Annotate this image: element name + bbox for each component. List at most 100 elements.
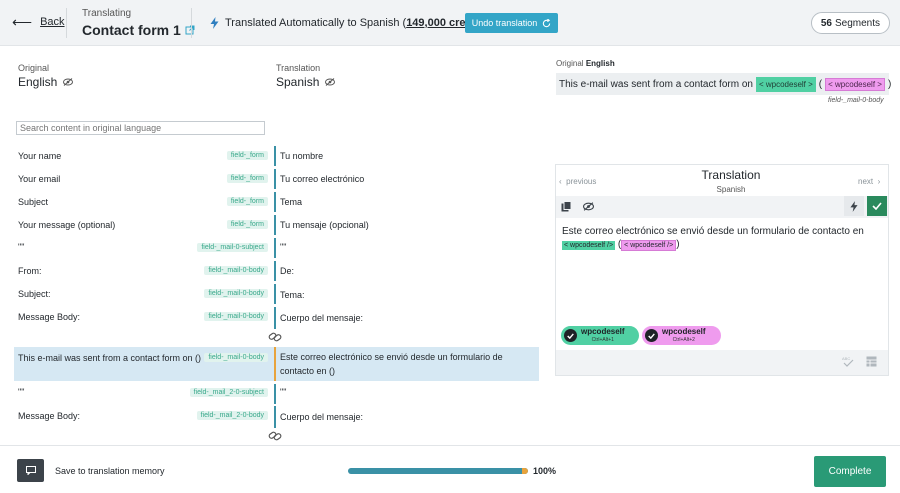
segment-row[interactable]: Subject field-_form Tema (14, 192, 539, 212)
segment-original: Subject: (18, 289, 51, 299)
translation-editor[interactable]: Este correo electrónico se envió desde u… (562, 225, 882, 252)
field-badge: field-_mail-0-body (204, 289, 268, 298)
page-title-text: Contact form 1 (82, 22, 181, 38)
segment-divider (274, 238, 276, 258)
segment-divider (274, 215, 276, 235)
eye-slash-icon[interactable] (325, 78, 336, 86)
translation-memory-button[interactable] (17, 459, 44, 482)
segments-count-badge: 56 Segments (810, 12, 890, 34)
svg-text:ABC: ABC (842, 356, 850, 361)
segment-row[interactable]: "" field-_mail-0-subject "" (14, 238, 539, 258)
segment-row[interactable]: Subject: field-_mail-0-body Tema: (14, 284, 539, 304)
translation-language: Spanish (276, 75, 336, 89)
eye-slash-icon (582, 201, 594, 211)
segment-original: "" (18, 242, 25, 252)
segment-divider (274, 169, 276, 189)
field-badge: field-_form (226, 151, 268, 160)
header-subtitle: Translating (82, 8, 132, 19)
copy-original-button[interactable] (556, 196, 576, 216)
segment-divider (274, 284, 276, 304)
translation-memory-label: Save to translation memory (55, 466, 165, 476)
segment-row[interactable]: Your message (optional) field-_form Tu m… (14, 215, 539, 235)
source-field-label: field-_mail-0-body (828, 97, 884, 104)
segment-original: From: (18, 266, 42, 276)
segment-divider (274, 261, 276, 281)
lightning-icon (210, 17, 219, 29)
segment-divider (274, 384, 276, 404)
link-icon[interactable] (268, 331, 282, 343)
check-circle-icon (564, 329, 577, 342)
tag-chip-2-text: wpcodeself Ctrl+Alt+2 (662, 326, 706, 343)
field-badge: field-_mail-0-body (204, 353, 268, 362)
segment-translation: "" (280, 242, 287, 252)
auto-translate-button[interactable] (844, 196, 864, 216)
segment-original: "" (18, 387, 25, 397)
source-tag-1: < wpcodeself > (755, 76, 816, 92)
segment-original: Your name (18, 151, 62, 161)
translation-title: Translation (701, 168, 761, 182)
segment-translation: Tema (280, 197, 303, 207)
complete-button[interactable]: Complete (814, 456, 886, 487)
translation-card-footer (556, 350, 888, 375)
spellcheck-icon[interactable]: ABC (842, 355, 854, 367)
field-badge: field-_form (226, 220, 268, 229)
segment-row[interactable]: From: field-_mail-0-body De: (14, 261, 539, 281)
translated-tag-1: < wpcodeself /> (562, 241, 616, 250)
chat-icon (25, 466, 36, 475)
segment-translation: Cuerpo del mensaje: (280, 412, 364, 422)
progress-fill (348, 468, 528, 474)
previous-button[interactable]: ‹ previous (559, 177, 596, 186)
external-link-icon[interactable] (185, 25, 195, 35)
original-language-label: Original (18, 63, 50, 73)
segment-row[interactable]: Your email field-_form Tu correo electró… (14, 169, 539, 189)
segment-row[interactable]: "" field-_mail_2-0-subject "" (14, 384, 539, 404)
glossary-icon[interactable] (866, 356, 877, 367)
chevron-left-icon: ‹ (559, 177, 562, 186)
segment-row-active[interactable]: This e-mail was sent from a contact form… (14, 347, 539, 381)
tag-chip-2[interactable]: wpcodeself Ctrl+Alt+2 (642, 326, 721, 345)
segment-original: Message Body: (18, 312, 81, 322)
search-input[interactable] (16, 121, 265, 135)
copy-icon (561, 200, 571, 211)
segment-translation: "" (280, 387, 287, 397)
back-link[interactable]: ⟵ Back (12, 14, 65, 30)
field-badge: field-_mail_2-0-body (196, 411, 268, 420)
source-text-box: This e-mail was sent from a contact form… (556, 73, 891, 95)
original-language: English (18, 75, 74, 89)
translation-language-label: Translation (276, 63, 321, 73)
segment-row[interactable]: Message Body: field-_mail_2-0-body Cuerp… (14, 406, 539, 428)
segment-divider (274, 192, 276, 212)
segment-original: This e-mail was sent from a contact form… (18, 353, 202, 363)
segment-original: Your message (optional) (18, 220, 116, 230)
toggle-visibility-button[interactable] (578, 196, 598, 216)
segment-translation: Tu nombre (280, 151, 324, 161)
link-icon[interactable] (268, 430, 282, 442)
segment-row[interactable]: Your name field-_form Tu nombre (14, 146, 539, 166)
segment-translation: Este correo electrónico se envió desde u… (280, 352, 503, 376)
check-circle-icon (645, 329, 658, 342)
confirm-translation-button[interactable] (867, 196, 887, 216)
undo-translation-button[interactable]: Undo translation (465, 13, 558, 33)
header-divider (66, 8, 67, 38)
segment-original: Message Body: (18, 411, 81, 421)
page-title: Contact form 1 (82, 22, 195, 38)
segment-original: Subject (18, 197, 49, 207)
translated-text: Este correo electrónico se envió desde u… (562, 226, 864, 237)
segment-divider (274, 307, 276, 329)
translated-paren-close: ) (676, 239, 680, 250)
field-badge: field-_form (226, 174, 268, 183)
segment-translation: Tema: (280, 290, 305, 300)
segment-row[interactable]: Message Body: field-_mail-0-body Cuerpo … (14, 307, 539, 329)
field-badge: field-_mail-0-subject (197, 243, 268, 252)
panel-original-label: Original English (556, 59, 615, 68)
lightning-icon (850, 200, 858, 212)
next-button[interactable]: next › (858, 177, 880, 186)
segment-divider (274, 406, 276, 428)
arrow-left-icon: ⟵ (12, 14, 33, 30)
eye-slash-icon[interactable] (63, 78, 74, 86)
tag-chip-1[interactable]: wpcodeself Ctrl+Alt+1 (561, 326, 639, 345)
translated-tag-2: < wpcodeself /> (621, 240, 677, 251)
segment-translation: Cuerpo del mensaje: (280, 313, 364, 323)
field-badge: field-_form (226, 197, 268, 206)
segment-divider (274, 146, 276, 166)
